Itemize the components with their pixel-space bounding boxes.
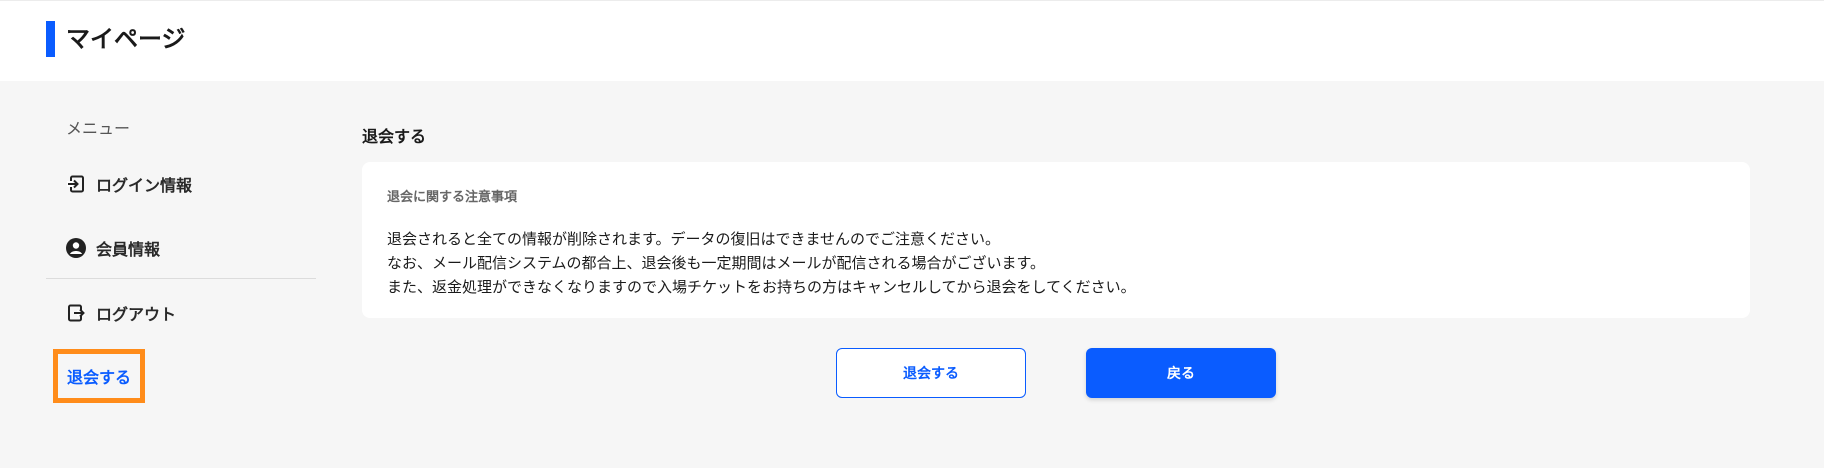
sidebar-item-label: ログイン情報 [96,176,193,195]
menu-caption: メニュー [66,119,131,138]
notice-heading: 退会に関する注意事項 [387,190,518,205]
page-title: マイページ [66,25,186,53]
notice-line: また、返金処理ができなくなりますので入場チケットをお持ちの方はキャンセルしてから… [387,278,1136,296]
sidebar-item-member-info[interactable]: 会員情報 [66,236,160,260]
sidebar-item-label: 会員情報 [96,240,161,259]
notice-line: なお、メール配信システムの都合上、退会後も一定期間はメールが配信される場合がござ… [387,254,1046,272]
withdraw-button[interactable]: 退会する [836,348,1026,398]
sidebar-item-login-info[interactable]: ログイン情報 [66,172,192,196]
notice-line: 退会されると全ての情報が削除されます。データの復旧はできませんのでご注意ください… [387,230,1001,248]
sidebar-divider [46,278,316,279]
sidebar-item-withdraw[interactable]: 退会する [53,349,146,403]
sidebar-item-label: ログアウト [96,305,177,324]
notice-card: 退会に関する注意事項 退会されると全ての情報が削除されます。データの復旧はできま… [362,162,1750,318]
sidebar-item-logout[interactable]: ログアウト [66,301,176,325]
logout-icon [66,303,86,323]
header-accent-bar [46,21,55,57]
login-icon [66,174,86,194]
user-circle-icon [66,238,86,258]
page-header: マイページ [0,0,1824,81]
back-button[interactable]: 戻る [1086,348,1276,398]
section-title: 退会する [362,127,427,146]
